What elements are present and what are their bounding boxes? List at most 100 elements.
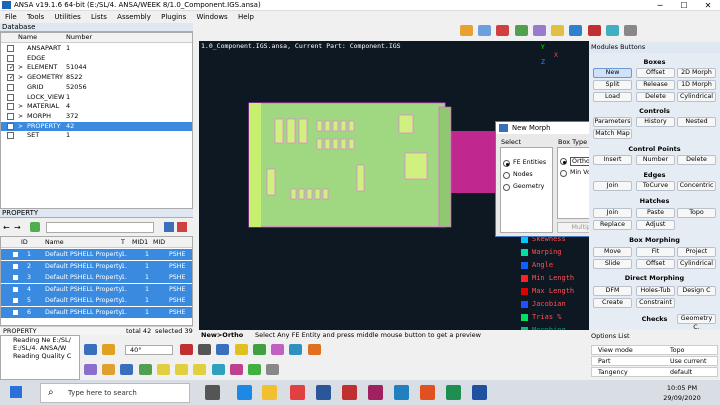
column-t[interactable]: T (121, 237, 125, 248)
chrome-icon[interactable] (290, 385, 305, 400)
option-row[interactable]: Part Use current (591, 356, 718, 366)
property-row[interactable]: 6 Default PSHELL Property 1. 1 PSHE (1, 306, 192, 318)
part-icon[interactable] (229, 364, 243, 375)
view-icon[interactable] (478, 25, 492, 36)
hatches-button[interactable]: Topo (677, 208, 716, 218)
quality-swatch[interactable] (521, 301, 528, 308)
box_morphing-button[interactable]: Move (593, 247, 632, 257)
control_points-button[interactable]: Delete (677, 155, 716, 165)
row-checkbox[interactable]: ✓ (7, 74, 14, 82)
beam-icon[interactable] (120, 364, 134, 375)
direct_morphing-button[interactable]: Create (593, 298, 632, 308)
word-icon[interactable] (316, 385, 331, 400)
column-mid1[interactable]: MID1 (132, 237, 148, 248)
task-view-icon[interactable] (205, 385, 220, 400)
database-row[interactable]: > PROPERTY 42 (1, 121, 192, 132)
property-row[interactable]: 3 Default PSHELL Property 1. 1 PSHE (1, 272, 192, 283)
ansa-taskbar-icon[interactable] (368, 385, 383, 400)
taskbar-search-input[interactable]: Type here to search (40, 383, 190, 403)
ent-icon[interactable] (102, 344, 116, 355)
radio-fe-entities[interactable] (503, 160, 510, 167)
database-row[interactable]: LOCK_VIEW 1 (1, 93, 192, 103)
circle-icon[interactable] (84, 364, 97, 375)
property-row[interactable]: 4 Default PSHELL Property 1. 1 PSHE (1, 283, 192, 295)
radio-nodes[interactable] (503, 172, 510, 179)
quality-label[interactable]: Angle (532, 261, 553, 269)
direct_morphing-button[interactable]: Design C (677, 286, 716, 296)
column-mid[interactable]: MID (153, 237, 165, 248)
menu-lists[interactable]: Lists (91, 13, 107, 21)
row-checkbox[interactable] (7, 54, 14, 62)
database-row[interactable]: > MORPH 372 (1, 112, 192, 122)
cube-icon[interactable] (211, 364, 225, 375)
boxes-button[interactable]: Load (593, 92, 632, 102)
direct_morphing-button[interactable]: DFM (593, 286, 632, 296)
menu-file[interactable]: File (5, 13, 17, 21)
move-icon[interactable] (216, 344, 230, 355)
controls-button[interactable]: Parameters (593, 117, 632, 127)
expand-icon[interactable]: > (18, 102, 23, 112)
direct_morphing-button[interactable]: Holes-Tub (636, 286, 675, 296)
quality-swatch[interactable] (521, 275, 528, 282)
database-row[interactable]: ✓ > ELEMENT 51044 (1, 63, 192, 73)
boxes-button[interactable]: Cylindrical (677, 92, 716, 102)
quality-swatch[interactable] (521, 236, 528, 243)
box_morphing-button[interactable]: Project (677, 247, 716, 257)
box_morphing-button[interactable]: Slide (593, 259, 632, 269)
box_morphing-button[interactable]: Fit (636, 247, 675, 257)
hatches-button[interactable]: Join (593, 208, 632, 218)
hatches-button[interactable]: Paste (636, 208, 675, 218)
option-value[interactable]: Topo (670, 346, 684, 355)
quality-label[interactable]: Warping (532, 248, 562, 256)
settings-icon[interactable] (624, 25, 638, 36)
property-row[interactable]: 2 Default PSHELL Property 1. 1 PSHE (1, 260, 192, 272)
solid-icon[interactable] (307, 344, 321, 355)
box-icon[interactable] (248, 364, 262, 375)
row-checkbox[interactable] (7, 112, 14, 120)
tool-icon[interactable] (266, 364, 280, 375)
quality-label[interactable]: Max Length (532, 287, 574, 295)
diamond-icon[interactable] (193, 364, 207, 375)
boxes-button[interactable]: New (593, 68, 632, 78)
quality-label[interactable]: Jacobian (532, 300, 566, 308)
close-button[interactable]: ✕ (696, 0, 720, 11)
cube-icon[interactable] (289, 344, 303, 355)
radio-ortho[interactable] (560, 158, 567, 165)
option-value[interactable]: Use current (670, 357, 706, 366)
database-row[interactable]: EDGE (1, 54, 192, 64)
mesh-icon[interactable] (252, 344, 266, 355)
select-icon[interactable] (84, 344, 97, 355)
database-row[interactable]: > MATERIAL 4 (1, 102, 192, 112)
quality-swatch[interactable] (521, 314, 528, 321)
controls-button[interactable]: Match Map (593, 129, 632, 139)
ppt-icon[interactable] (342, 385, 357, 400)
weld-icon[interactable] (138, 364, 152, 375)
boxes-button[interactable]: Offset (636, 68, 675, 78)
radio-min-volume[interactable] (560, 170, 567, 177)
layers-icon[interactable] (605, 25, 619, 36)
forward-arrow-icon[interactable]: → (14, 223, 21, 232)
light-icon[interactable] (551, 25, 565, 36)
settings-icon[interactable] (164, 222, 174, 232)
diamond-icon[interactable] (175, 364, 189, 375)
edges-button[interactable]: Concentric (677, 181, 716, 191)
close-icon[interactable] (177, 222, 187, 232)
row-checkbox[interactable] (7, 103, 14, 111)
grid-icon[interactable] (569, 25, 583, 36)
pen-icon[interactable] (198, 344, 212, 355)
stop-icon[interactable] (587, 25, 601, 36)
boxes-button[interactable]: Split (593, 80, 632, 90)
option-row[interactable]: View mode Topo (591, 345, 718, 355)
filter-icon[interactable] (30, 222, 40, 232)
option-row[interactable]: Tangency default (591, 367, 718, 377)
boxes-button[interactable]: 2D Morph (677, 68, 716, 78)
row-checkbox[interactable] (7, 93, 14, 101)
app-icon[interactable] (472, 385, 487, 400)
maximize-button[interactable]: ☐ (672, 0, 696, 11)
boxes-button[interactable]: Release (636, 80, 675, 90)
option-geometry[interactable]: Geometry (513, 183, 544, 190)
expand-icon[interactable]: > (18, 112, 23, 122)
checks-button[interactable]: Geometry C. (677, 314, 716, 331)
shape-icon[interactable] (102, 364, 116, 375)
database-row[interactable]: SET 1 (1, 131, 192, 141)
